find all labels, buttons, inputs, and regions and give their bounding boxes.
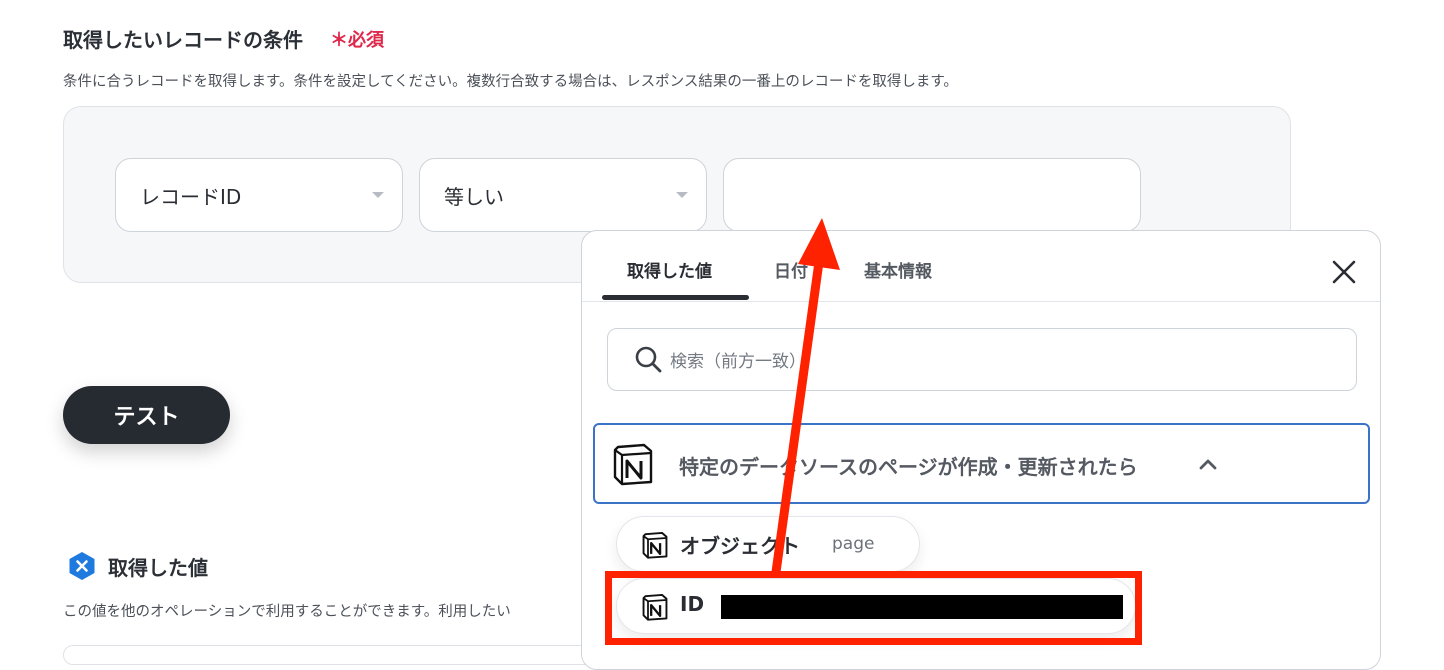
section-title-acquired-value: 取得した値 — [108, 556, 208, 580]
trigger-group-header[interactable]: 特定のデータソースのページが作成・更新されたら — [593, 423, 1370, 504]
operator-select-value: 等しい — [444, 184, 504, 209]
annotation-highlight-box — [605, 571, 1142, 645]
tab-date[interactable]: 日付 — [774, 257, 808, 282]
caret-down-icon — [676, 192, 688, 198]
field-select[interactable]: レコードID — [115, 158, 403, 232]
search-input[interactable]: 検索（前方一致） — [607, 328, 1357, 391]
close-icon[interactable] — [1327, 255, 1361, 289]
notion-logo-icon — [613, 443, 653, 486]
search-placeholder: 検索（前方一致） — [670, 352, 806, 372]
tab-basic-info[interactable]: 基本情報 — [864, 257, 932, 282]
section-title-condition: 取得したいレコードの条件 — [63, 28, 303, 52]
chevron-up-icon — [1199, 459, 1217, 470]
operator-select[interactable]: 等しい — [419, 158, 707, 232]
section-description-condition: 条件に合うレコードを取得します。条件を設定してください。複数行合致する場合は、レ… — [63, 74, 958, 90]
value-item-object[interactable]: オブジェクト page — [616, 516, 920, 572]
required-badge: ＊必須 — [330, 30, 384, 51]
value-item-value: page — [832, 534, 875, 554]
notion-logo-icon — [642, 531, 668, 559]
popup-tabs: 取得した値 日付 基本情報 — [582, 231, 1380, 302]
yoom-logo-icon — [69, 552, 95, 580]
value-item-name: オブジェクト — [680, 534, 800, 558]
test-button[interactable]: テスト — [63, 386, 230, 444]
condition-value-input[interactable] — [723, 158, 1141, 232]
active-tab-underline — [602, 295, 749, 300]
trigger-group-label: 特定のデータソースのページが作成・更新されたら — [679, 455, 1138, 479]
search-icon — [635, 346, 662, 373]
field-select-value: レコードID — [140, 184, 242, 209]
section-description-acquired-value: この値を他のオペレーションで利用することができます。利用したい — [63, 604, 511, 620]
caret-down-icon — [372, 192, 384, 198]
tab-acquired-value[interactable]: 取得した値 — [627, 257, 712, 282]
